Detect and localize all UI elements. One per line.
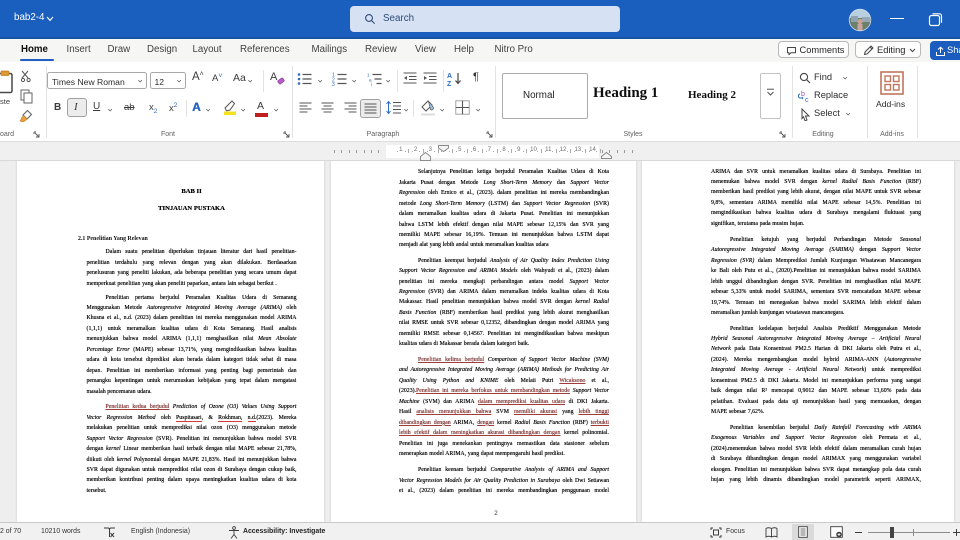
svg-text:3: 3	[332, 82, 335, 86]
svg-text:Z: Z	[447, 81, 452, 86]
svg-text:A: A	[447, 73, 452, 80]
svg-text:i: i	[371, 82, 372, 86]
svg-text:c: c	[805, 97, 809, 103]
